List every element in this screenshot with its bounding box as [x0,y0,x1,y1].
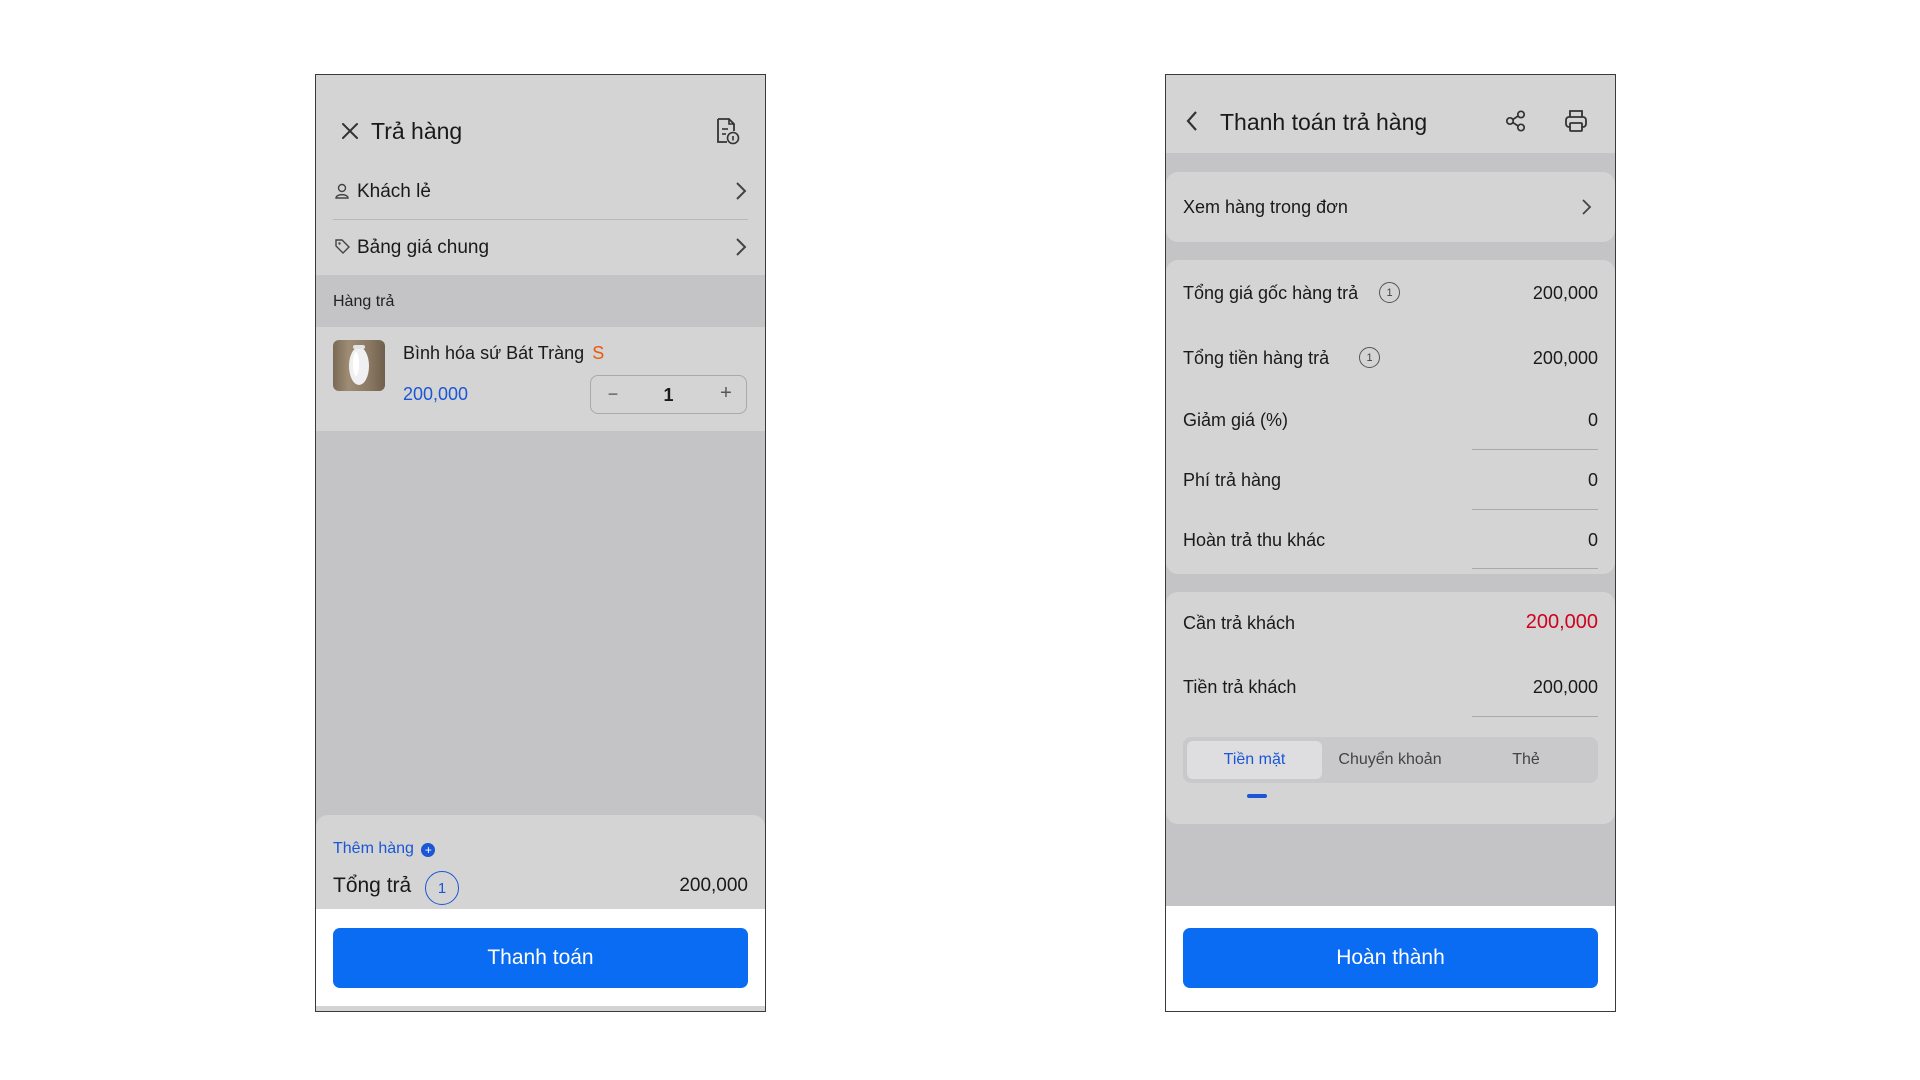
input-underline [1472,568,1598,569]
product-name: Bình hóa sứ Bát Tràng [403,343,585,363]
product-thumbnail [333,340,385,391]
return-fee-input[interactable]: 0 [1588,470,1598,491]
product-name-row[interactable]: Bình hóa sứ Bát Tràng S [403,343,604,364]
active-tab-indicator [1247,794,1267,798]
customer-label[interactable]: Khách lẻ [357,181,431,203]
price-list-label[interactable]: Bảng giá chung [357,237,489,259]
chevron-right-icon[interactable] [1580,197,1594,217]
product-tag: S [592,343,605,363]
tab-bank-transfer[interactable]: Chuyển khoản [1322,741,1458,779]
info-icon[interactable]: 1 [1379,282,1400,303]
row-label: Tổng tiền hàng trả [1183,348,1330,368]
refund-paid-label: Tiền trả khách [1183,677,1297,697]
return-payment-screen: Thanh toán trả hàng Xem hàng trong đơn T… [1165,74,1616,1012]
input-underline [1472,509,1598,510]
info-icon[interactable]: 1 [1359,347,1380,368]
person-icon [334,182,350,200]
row-value: 200,000 [1532,348,1598,368]
document-info-icon[interactable] [714,117,740,145]
share-icon[interactable] [1504,109,1528,133]
discount-label: Giảm giá (%) [1183,410,1289,430]
other-refund-label: Hoàn trả thu khác [1183,530,1326,550]
total-count-badge: 1 [425,871,459,905]
add-items-link[interactable]: Thêm hàng + [333,840,436,858]
other-refund-input[interactable]: 0 [1588,530,1598,551]
discount-input[interactable]: 0 [1588,410,1598,431]
add-items-label: Thêm hàng [333,840,414,857]
chevron-right-icon[interactable] [734,181,748,201]
printer-icon[interactable] [1563,108,1589,134]
payment-method-tabs: Tiền mặt Chuyển khoản Thẻ [1183,737,1598,783]
complete-button[interactable]: Hoàn thành [1183,928,1598,988]
row-divider [333,219,748,220]
product-price: 200,000 [403,384,469,404]
close-icon[interactable] [338,119,362,143]
refund-due-label: Cần trả khách [1183,613,1296,633]
total-label: Tổng trả [333,874,412,897]
row-label: Tổng giá gốc hàng trả [1183,283,1359,303]
return-fee-label: Phí trả hàng [1183,470,1282,490]
quantity-stepper: − 1 + [590,375,747,414]
total-value: 200,000 [679,875,748,896]
payment-page-title: Thanh toán trả hàng [1220,109,1428,135]
tab-cash[interactable]: Tiền mặt [1187,741,1322,779]
page-title: Trả hàng [371,118,463,144]
refund-paid-input[interactable]: 200,000 [1533,677,1598,698]
chevron-right-icon[interactable] [734,237,748,257]
row-value: 200,000 [1532,283,1598,303]
input-underline [1472,716,1598,717]
chevron-left-icon[interactable] [1184,109,1200,133]
view-items-label[interactable]: Xem hàng trong đơn [1183,197,1348,218]
input-underline [1472,449,1598,450]
bottom-edge [316,1006,765,1011]
return-screen: Trả hàng Khách lẻ Bảng giá chung Hàng tr… [315,74,766,1012]
pay-button[interactable]: Thanh toán [333,928,748,988]
tag-icon [334,238,350,254]
plus-circle-icon: + [421,843,436,857]
refund-due-value: 200,000 [1525,611,1598,633]
returned-items-label: Hàng trả [333,293,395,310]
tab-card[interactable]: Thẻ [1458,741,1594,779]
plus-icon[interactable]: + [718,383,734,403]
